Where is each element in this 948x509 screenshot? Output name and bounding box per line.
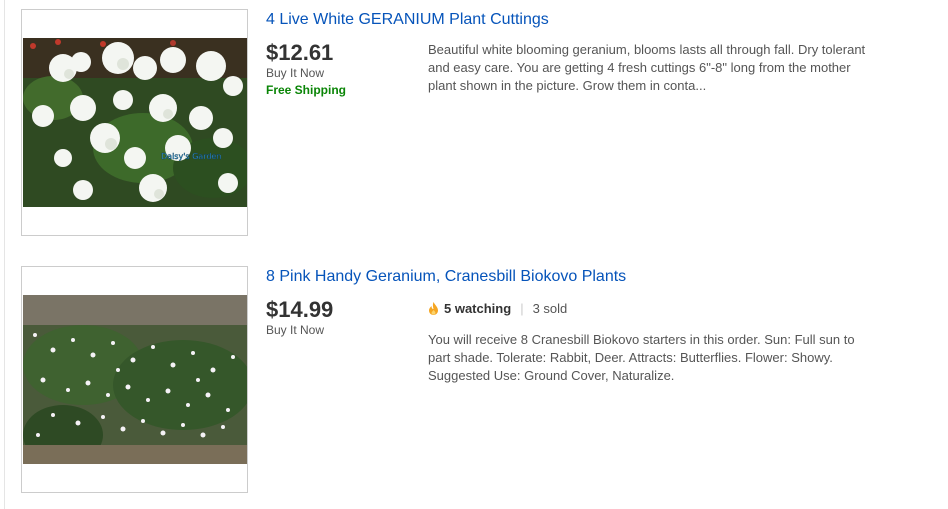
listing-title-link[interactable]: 8 Pink Handy Geranium, Cranesbill Biokov… — [266, 268, 626, 286]
divider: | — [520, 301, 524, 316]
listing-price: $12.61 — [266, 40, 334, 65]
listing-thumbnail[interactable]: Daisy's Garden — [21, 9, 248, 236]
watching-count: 5 watching — [444, 301, 512, 316]
listing-price: $14.99 — [266, 297, 334, 322]
svg-text:Daisy's Garden: Daisy's Garden — [161, 152, 221, 161]
page-left-border — [4, 0, 5, 509]
buy-format-label: Buy It Now — [266, 66, 325, 80]
flame-icon — [429, 302, 438, 315]
listing-title-link[interactable]: 4 Live White GERANIUM Plant Cuttings — [266, 11, 549, 29]
cranesbill-photo[interactable] — [23, 295, 247, 464]
buy-format-label: Buy It Now — [266, 323, 325, 337]
listing-description: You will receive 8 Cranesbill Biokovo st… — [428, 332, 855, 383]
free-shipping-label: Free Shipping — [266, 83, 347, 97]
geranium-photo[interactable] — [23, 38, 247, 207]
hotness-indicator: 5 watching | 3 sold — [428, 301, 567, 316]
listing-thumbnail[interactable] — [21, 266, 248, 493]
watermark-logo: Daisy's Garden — [161, 152, 221, 161]
listing-description: Beautiful white blooming geranium, bloom… — [428, 42, 866, 93]
sold-count: 3 sold — [532, 301, 568, 316]
